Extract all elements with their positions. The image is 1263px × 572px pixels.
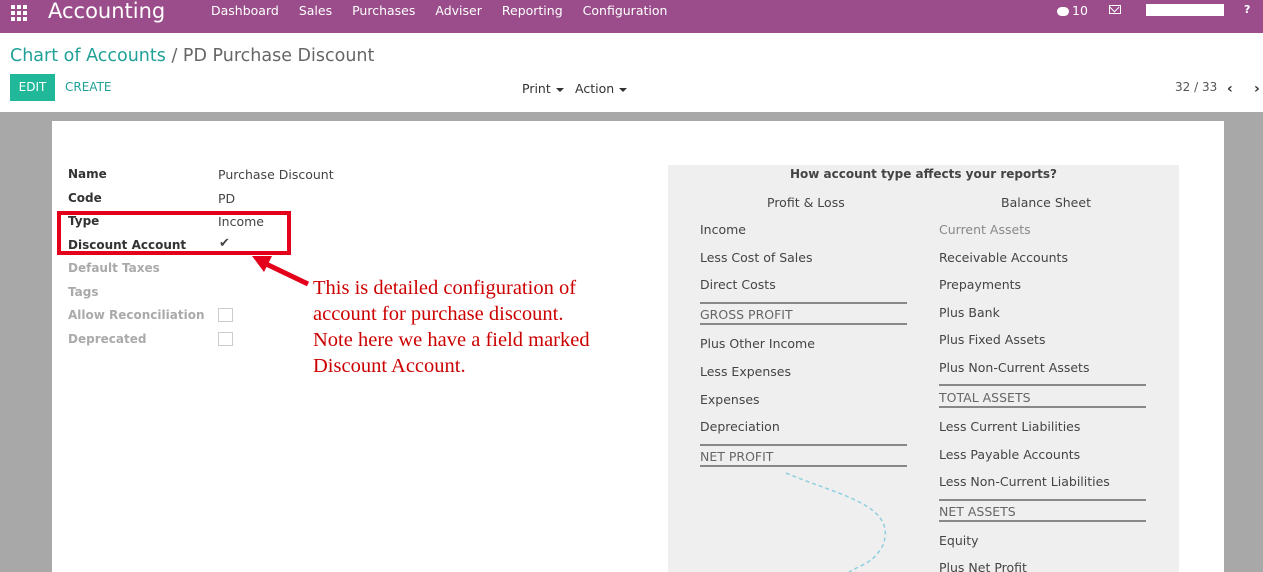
help-icon[interactable]: ? [1244,3,1250,16]
create-button[interactable]: CREATE [65,80,112,94]
caret-down-icon [555,87,564,92]
menu-item-sales[interactable]: Sales [299,3,332,18]
menu-item-adviser[interactable]: Adviser [435,3,481,18]
annotation-arrow-icon [252,256,310,287]
divider [939,384,1146,386]
divider [939,406,1146,408]
deprecated-label: Deprecated [68,332,147,346]
divider [700,323,907,325]
breadcrumb: Chart of Accounts / PD Purchase Discount [10,46,374,66]
menu-item-dashboard[interactable]: Dashboard [211,3,279,18]
bs-item: Receivable Accounts [939,250,1068,265]
balance-sheet-heading: Balance Sheet [1001,195,1091,210]
app-title[interactable]: Accounting [48,0,165,23]
allow-reconciliation-checkbox [218,308,233,322]
bs-item: Plus Net Profit [939,560,1027,572]
breadcrumb-current: PD Purchase Discount [182,46,375,66]
bs-item: Plus Bank [939,305,1000,320]
annotation-text: This is detailed configuration of accoun… [313,275,613,379]
divider [939,499,1146,501]
bs-item: Equity [939,533,979,548]
pager-previous-icon[interactable]: ‹ [1227,81,1233,97]
bs-item: Less Non-Current Liabilities [939,474,1110,489]
edit-button[interactable]: EDIT [10,74,55,101]
account-type-info-panel: How account type affects your reports? P… [668,165,1179,572]
print-label: Print [522,81,551,96]
action-label: Action [575,81,615,96]
info-title: How account type affects your reports? [789,167,1058,181]
bs-item: Plus Non-Current Assets [939,360,1090,375]
chat-bubble-icon [1057,7,1069,16]
print-dropdown[interactable]: Print [522,81,564,96]
code-label: Code [68,191,102,205]
pl-item: Plus Other Income [700,336,815,351]
code-value: PD [218,191,236,206]
pl-item: Income [700,222,746,237]
divider [700,444,907,446]
annotation-line: Note here we have a field marked [313,329,590,351]
annotation-line: account for purchase discount. [313,303,564,325]
bs-item: Less Current Liabilities [939,419,1081,434]
bs-item: Less Payable Accounts [939,447,1081,462]
bs-item: Prepayments [939,277,1022,292]
pager-next-icon[interactable]: › [1254,81,1260,97]
pager-value[interactable]: 32 / 33 [1175,80,1217,94]
bs-total: TOTAL ASSETS [939,390,1031,405]
annotation-line: This is detailed configuration of [313,277,577,299]
divider [939,520,1146,522]
pl-total: NET PROFIT [700,449,774,464]
menu-item-configuration[interactable]: Configuration [583,3,668,18]
highlight-box [57,211,291,255]
messages-button[interactable]: 10 [1057,3,1088,18]
pl-item: Direct Costs [700,277,776,292]
mail-icon[interactable] [1109,5,1121,14]
allow-reconciliation-label: Allow Reconciliation [68,308,205,322]
default-taxes-label: Default Taxes [68,261,160,275]
divider [700,302,907,304]
caret-down-icon [619,87,628,92]
profit-loss-heading: Profit & Loss [767,195,845,210]
pl-item: Depreciation [700,419,780,434]
messages-count: 10 [1072,3,1088,18]
pl-item: Less Expenses [700,364,791,379]
user-menu[interactable] [1146,4,1224,16]
pl-item: Expenses [700,392,760,407]
deprecated-checkbox [218,332,233,346]
menu-item-reporting[interactable]: Reporting [502,3,563,18]
pl-item: Less Cost of Sales [700,250,813,265]
breadcrumb-parent[interactable]: Chart of Accounts [10,46,166,66]
breadcrumb-separator: / [171,46,178,66]
action-dropdown[interactable]: Action [575,81,628,96]
tags-label: Tags [68,285,99,299]
bs-item: Plus Fixed Assets [939,332,1046,347]
bs-item: Current Assets [939,222,1031,237]
name-label: Name [68,167,107,181]
apps-grid-icon[interactable] [11,5,28,22]
main-menu: Dashboard Sales Purchases Adviser Report… [211,3,667,18]
name-value: Purchase Discount [218,167,334,182]
flow-connector-icon [785,472,886,572]
pl-total: GROSS PROFIT [700,307,793,322]
top-navbar: Accounting Dashboard Sales Purchases Adv… [0,0,1263,33]
menu-item-purchases[interactable]: Purchases [352,3,415,18]
annotation-line: Discount Account. [313,355,466,377]
bs-total: NET ASSETS [939,504,1016,519]
